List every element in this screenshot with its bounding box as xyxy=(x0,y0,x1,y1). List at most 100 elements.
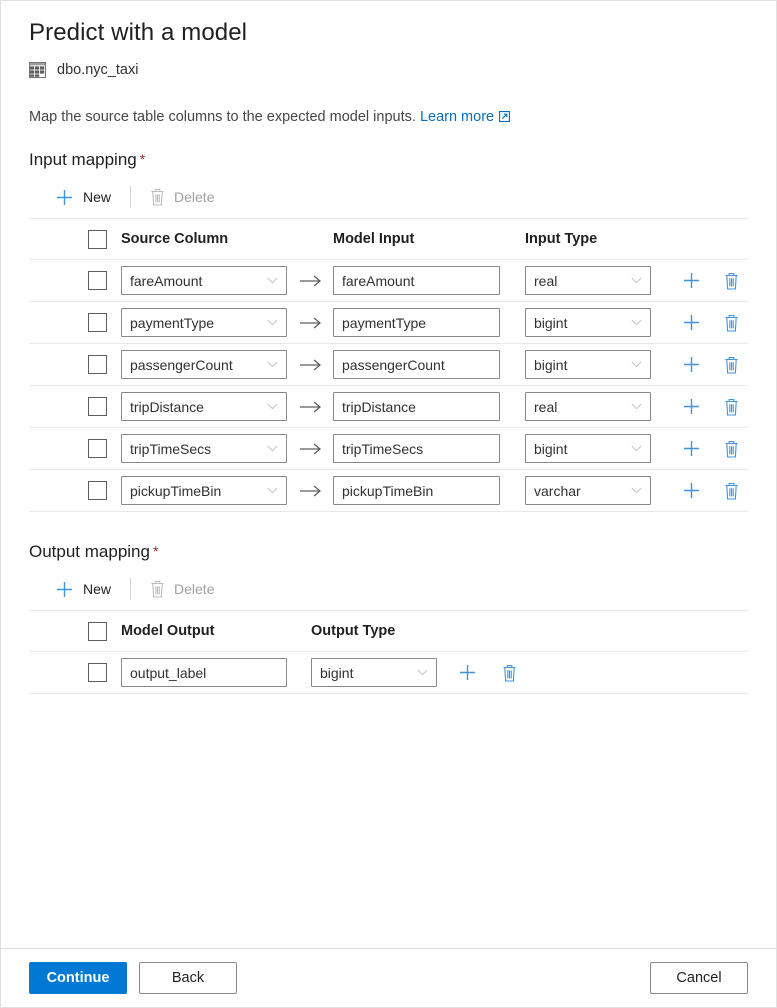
chevron-down-icon xyxy=(267,361,278,368)
trash-icon xyxy=(724,398,739,416)
output-new-button[interactable]: New xyxy=(46,576,120,603)
delete-row-button[interactable] xyxy=(716,308,746,338)
input-select-all-cell xyxy=(29,230,121,249)
trash-icon xyxy=(724,314,739,332)
continue-button[interactable]: Continue xyxy=(29,962,127,994)
output-header-output-type: Output Type xyxy=(311,623,437,639)
delete-row-button[interactable] xyxy=(494,658,524,688)
source-column-dropdown[interactable]: fareAmount xyxy=(121,266,287,295)
row-select-checkbox[interactable] xyxy=(88,439,107,458)
input-type-dropdown[interactable]: bigint xyxy=(525,434,651,463)
row-select-cell xyxy=(29,481,121,500)
chevron-down-icon xyxy=(631,319,642,326)
source-column-dropdown[interactable]: tripTimeSecs xyxy=(121,434,287,463)
row-select-checkbox[interactable] xyxy=(88,481,107,500)
add-row-button[interactable] xyxy=(676,392,706,422)
input-type-dropdown[interactable]: bigint xyxy=(525,308,651,337)
back-button[interactable]: Back xyxy=(139,962,237,994)
external-link-icon xyxy=(499,111,510,122)
output-delete-label: Delete xyxy=(174,581,214,597)
arrow-right-icon xyxy=(299,274,322,288)
arrow-right-icon xyxy=(299,358,322,372)
dialog-description: Map the source table columns to the expe… xyxy=(29,108,748,126)
learn-more-label: Learn more xyxy=(420,109,494,125)
arrow-right-icon xyxy=(299,400,322,414)
plus-icon xyxy=(682,397,701,416)
model-input-field[interactable]: pickupTimeBin xyxy=(333,476,500,505)
input-delete-button[interactable]: Delete xyxy=(141,184,223,210)
add-row-button[interactable] xyxy=(452,658,482,688)
mapping-arrow xyxy=(287,316,333,330)
output-mapping-heading: Output mapping* xyxy=(29,542,748,562)
source-column-value: tripTimeSecs xyxy=(130,441,211,457)
output-new-label: New xyxy=(83,581,111,597)
delete-row-button[interactable] xyxy=(716,266,746,296)
source-column-dropdown[interactable]: passengerCount xyxy=(121,350,287,379)
dialog-footer: Continue Back Cancel xyxy=(1,948,776,1007)
row-select-cell xyxy=(29,313,121,332)
output-type-dropdown[interactable]: bigint xyxy=(311,658,437,687)
output-select-all-cell xyxy=(29,622,121,641)
add-row-button[interactable] xyxy=(676,434,706,464)
source-column-dropdown[interactable]: paymentType xyxy=(121,308,287,337)
delete-row-button[interactable] xyxy=(716,392,746,422)
chevron-down-icon xyxy=(417,669,428,676)
row-select-checkbox[interactable] xyxy=(88,397,107,416)
input-type-dropdown[interactable]: varchar xyxy=(525,476,651,505)
input-new-button[interactable]: New xyxy=(46,184,120,211)
add-row-button[interactable] xyxy=(676,266,706,296)
model-input-field[interactable]: passengerCount xyxy=(333,350,500,379)
input-header-source-column: Source Column xyxy=(121,231,287,247)
row-select-cell xyxy=(29,439,121,458)
source-column-dropdown[interactable]: tripDistance xyxy=(121,392,287,421)
chevron-down-icon xyxy=(267,403,278,410)
add-row-button[interactable] xyxy=(676,476,706,506)
input-type-dropdown[interactable]: real xyxy=(525,392,651,421)
add-row-button[interactable] xyxy=(676,308,706,338)
plus-icon xyxy=(682,313,701,332)
model-input-field[interactable]: tripDistance xyxy=(333,392,500,421)
input-select-all-checkbox[interactable] xyxy=(88,230,107,249)
model-input-field[interactable]: paymentType xyxy=(333,308,500,337)
trash-icon xyxy=(724,482,739,500)
model-output-field[interactable]: output_label xyxy=(121,658,287,687)
trash-icon xyxy=(724,356,739,374)
plus-icon xyxy=(55,188,74,207)
source-column-dropdown[interactable]: pickupTimeBin xyxy=(121,476,287,505)
model-input-field[interactable]: tripTimeSecs xyxy=(333,434,500,463)
source-column-value: fareAmount xyxy=(130,273,202,289)
output-delete-button[interactable]: Delete xyxy=(141,576,223,602)
row-select-checkbox[interactable] xyxy=(88,663,107,682)
plus-icon xyxy=(458,663,477,682)
cancel-button[interactable]: Cancel xyxy=(650,962,748,994)
toolbar-divider xyxy=(130,186,131,208)
delete-row-button[interactable] xyxy=(716,476,746,506)
output-header-model-output: Model Output xyxy=(121,623,287,639)
model-input-field[interactable]: fareAmount xyxy=(333,266,500,295)
chevron-down-icon xyxy=(267,487,278,494)
chevron-down-icon xyxy=(631,277,642,284)
row-select-checkbox[interactable] xyxy=(88,313,107,332)
trash-icon xyxy=(724,272,739,290)
row-select-checkbox[interactable] xyxy=(88,355,107,374)
add-row-button[interactable] xyxy=(676,350,706,380)
plus-icon xyxy=(55,580,74,599)
plus-icon xyxy=(682,355,701,374)
delete-row-button[interactable] xyxy=(716,434,746,464)
output-select-all-checkbox[interactable] xyxy=(88,622,107,641)
predict-with-model-dialog: Predict with a model dbo.nyc_taxi Map th… xyxy=(0,0,777,1008)
table-row: pickupTimeBin pickupTimeBin varchar xyxy=(29,470,748,512)
row-select-checkbox[interactable] xyxy=(88,271,107,290)
input-mapping-heading: Input mapping* xyxy=(29,150,748,170)
input-type-dropdown[interactable]: real xyxy=(525,266,651,295)
plus-icon xyxy=(682,481,701,500)
delete-row-button[interactable] xyxy=(716,350,746,380)
row-select-cell xyxy=(29,271,121,290)
plus-icon xyxy=(682,271,701,290)
learn-more-link[interactable]: Learn more xyxy=(420,109,510,125)
input-type-dropdown[interactable]: bigint xyxy=(525,350,651,379)
input-type-value: bigint xyxy=(534,357,567,373)
table-row: fareAmount fareAmount real xyxy=(29,260,748,302)
input-header-input-type: Input Type xyxy=(525,231,651,247)
input-type-value: real xyxy=(534,273,557,289)
